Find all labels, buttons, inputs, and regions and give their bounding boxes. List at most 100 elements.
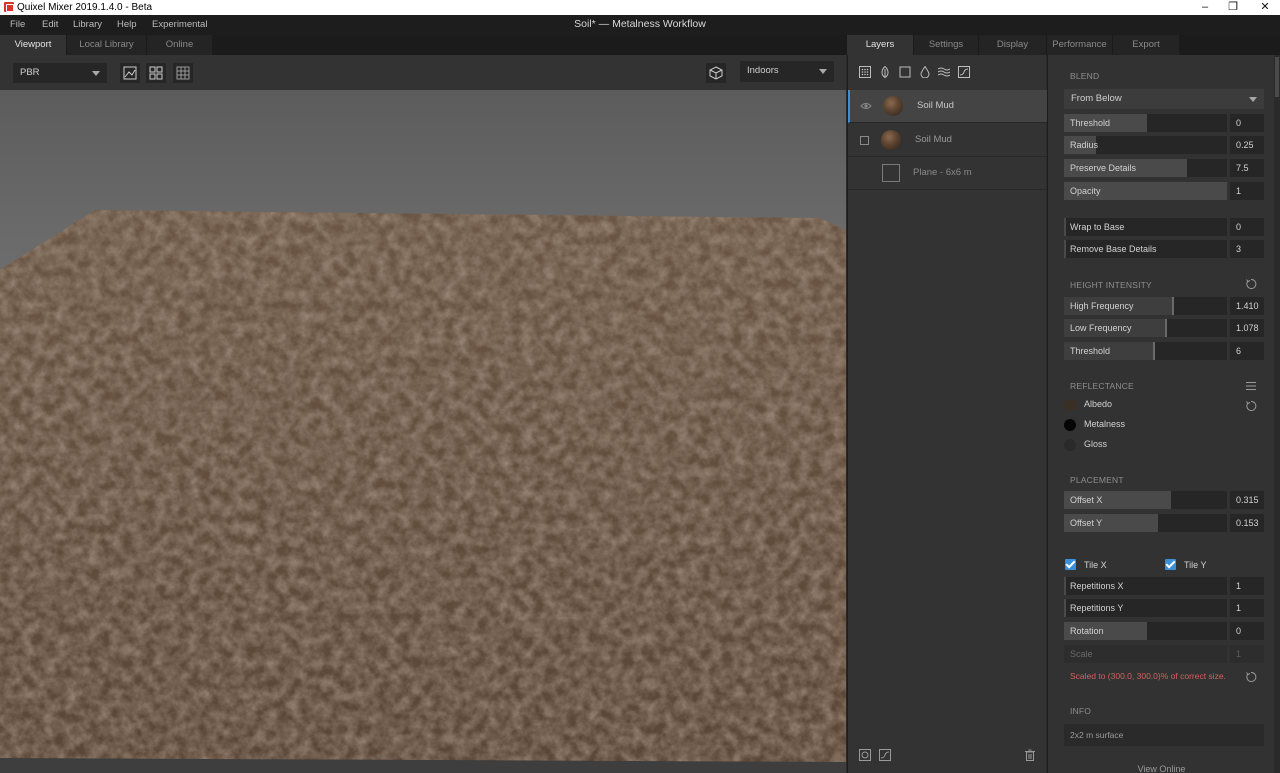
layer-name: Soil Mud (917, 100, 954, 111)
slider-offset-x[interactable]: Offset X (1064, 491, 1227, 509)
environment-toggle-button[interactable] (706, 63, 726, 83)
layer-item[interactable]: Plane - 6x6 m (848, 157, 1047, 190)
albedo-swatch[interactable] (1064, 399, 1076, 411)
grid-view-button[interactable] (173, 63, 193, 83)
reset-icon[interactable] (1245, 671, 1257, 683)
scrollbar-thumb[interactable] (1275, 57, 1279, 97)
drop-icon[interactable] (919, 66, 931, 78)
slider-preserve-details[interactable]: Preserve Details (1064, 159, 1227, 177)
trash-icon[interactable] (1024, 749, 1036, 761)
tile-x-checkbox[interactable] (1065, 559, 1076, 570)
scale-value-field: 1 (1230, 645, 1264, 663)
offset-y-value-field[interactable]: 0.153 (1230, 514, 1264, 532)
tab-viewport[interactable]: Viewport (0, 35, 66, 55)
render-mode-value: PBR (20, 67, 40, 78)
slider-remove-base-details[interactable]: Remove Base Details (1064, 240, 1227, 258)
leaf-icon[interactable] (879, 66, 891, 78)
view-online-link[interactable]: View Online (1048, 764, 1275, 773)
tab-performance[interactable]: Performance (1047, 35, 1112, 55)
quad-view-icon (149, 66, 163, 80)
slider-repetitions-x[interactable]: Repetitions X (1064, 577, 1227, 595)
repetitions-y-value-field[interactable]: 1 (1230, 599, 1264, 617)
image-view-button[interactable] (120, 63, 140, 83)
quad-view-button[interactable] (146, 63, 166, 83)
pattern-icon[interactable] (859, 66, 871, 78)
square-icon[interactable] (899, 66, 911, 78)
properties-panel: BLEND From Below Threshold 0 Radius 0.25… (1047, 55, 1280, 773)
blend-mode-value: From Below (1071, 93, 1122, 104)
tile-x-label: Tile X (1084, 560, 1107, 570)
slider-scale: Scale (1064, 645, 1227, 663)
image-icon (123, 66, 137, 80)
section-blend-title: BLEND (1070, 71, 1100, 81)
gloss-swatch[interactable] (1064, 439, 1076, 451)
offset-x-value-field[interactable]: 0.315 (1230, 491, 1264, 509)
grid-icon (176, 66, 190, 80)
radius-value-field[interactable]: 0.25 (1230, 136, 1264, 154)
chevron-down-icon (1249, 97, 1257, 102)
tab-online[interactable]: Online (147, 35, 212, 55)
curve-icon[interactable] (958, 66, 970, 78)
tab-local-library[interactable]: Local Library (67, 35, 146, 55)
visibility-checkbox[interactable] (860, 136, 869, 145)
layers-toolbar (848, 55, 1047, 90)
app-title: Quixel Mixer 2019.1.4.0 - Beta (17, 2, 153, 13)
layers-panel: Soil Mud Soil Mud Plane - 6x6 m (847, 55, 1047, 773)
blend-mode-select[interactable]: From Below (1064, 89, 1264, 109)
mask-icon[interactable] (859, 749, 871, 761)
viewport-canvas[interactable] (0, 90, 846, 773)
tile-y-checkbox[interactable] (1165, 559, 1176, 570)
reset-icon[interactable] (1245, 278, 1257, 290)
waves-icon[interactable] (938, 66, 950, 78)
layer-thumbnail (883, 96, 903, 116)
height-threshold-value-field[interactable]: 6 (1230, 342, 1264, 360)
tab-layers[interactable]: Layers (847, 35, 913, 55)
slider-threshold[interactable]: Threshold (1064, 114, 1227, 132)
maximize-button[interactable]: ❐ (1218, 0, 1248, 15)
environment-select[interactable]: Indoors (740, 61, 834, 82)
menu-library[interactable]: Library (73, 19, 102, 30)
high-frequency-value-field[interactable]: 1.410 (1230, 297, 1264, 315)
menu-experimental[interactable]: Experimental (152, 19, 207, 30)
plane-thumbnail (882, 164, 900, 182)
wrap-to-base-value-field[interactable]: 0 (1230, 218, 1264, 236)
render-mode-select[interactable]: PBR (13, 63, 107, 83)
close-window-button[interactable]: ✕ (1250, 0, 1280, 15)
chevron-down-icon (819, 69, 827, 74)
threshold-value-field[interactable]: 0 (1230, 114, 1264, 132)
tab-export[interactable]: Export (1113, 35, 1179, 55)
opacity-value-field[interactable]: 1 (1230, 182, 1264, 200)
preserve-details-value-field[interactable]: 7.5 (1230, 159, 1264, 177)
menu-help[interactable]: Help (117, 19, 137, 30)
low-frequency-value-field[interactable]: 1.078 (1230, 319, 1264, 337)
curve-icon[interactable] (879, 749, 891, 761)
metalness-swatch[interactable] (1064, 419, 1076, 431)
slider-high-frequency[interactable]: High Frequency (1064, 297, 1227, 315)
menu-file[interactable]: File (10, 19, 25, 30)
tab-display[interactable]: Display (979, 35, 1046, 55)
layer-item[interactable]: Soil Mud (848, 124, 1047, 157)
reset-icon[interactable] (1245, 400, 1257, 412)
eye-icon[interactable] (860, 101, 872, 111)
repetitions-x-value-field[interactable]: 1 (1230, 577, 1264, 595)
slider-opacity[interactable]: Opacity (1064, 182, 1227, 200)
slider-wrap-to-base[interactable]: Wrap to Base (1064, 218, 1227, 236)
slider-offset-y[interactable]: Offset Y (1064, 514, 1227, 532)
layer-name: Soil Mud (915, 134, 952, 145)
soil-surface-render (0, 210, 846, 773)
layer-item[interactable]: Soil Mud (848, 90, 1047, 123)
slider-repetitions-y[interactable]: Repetitions Y (1064, 599, 1227, 617)
tab-settings[interactable]: Settings (914, 35, 978, 55)
rotation-value-field[interactable]: 0 (1230, 622, 1264, 640)
scrollbar[interactable] (1274, 55, 1280, 773)
layer-thumbnail (881, 130, 901, 150)
menu-edit[interactable]: Edit (42, 19, 58, 30)
slider-height-threshold[interactable]: Threshold (1064, 342, 1227, 360)
minimize-button[interactable]: – (1190, 0, 1220, 15)
slider-rotation[interactable]: Rotation (1064, 622, 1227, 640)
menu-icon[interactable] (1245, 380, 1257, 392)
slider-low-frequency[interactable]: Low Frequency (1064, 319, 1227, 337)
remove-base-details-value-field[interactable]: 3 (1230, 240, 1264, 258)
info-text: 2x2 m surface (1064, 724, 1264, 746)
slider-radius[interactable]: Radius (1064, 136, 1227, 154)
